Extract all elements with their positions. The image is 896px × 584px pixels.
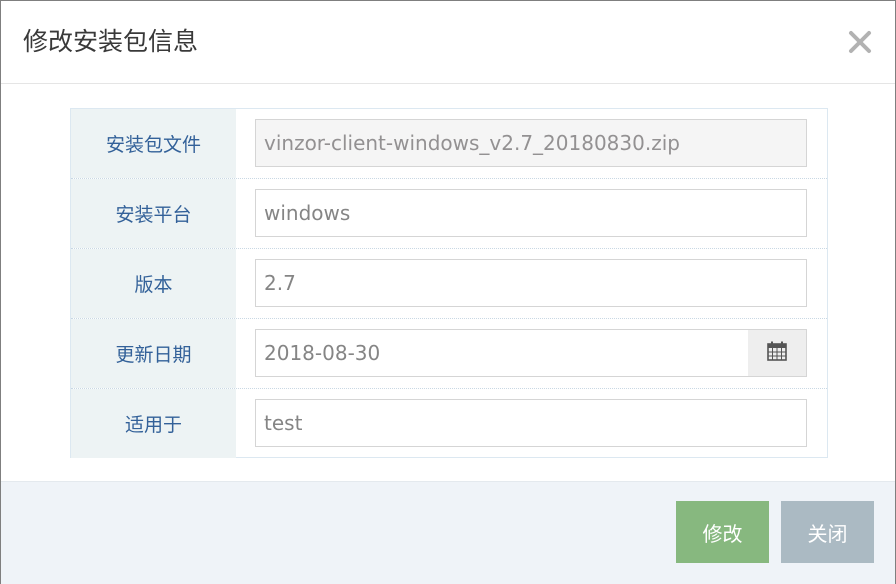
file-field[interactable]: vinzor-client-windows_v2.7_20180830.zip	[255, 119, 807, 167]
package-form: 安装包文件 vinzor-client-windows_v2.7_2018083…	[70, 108, 828, 458]
calendar-icon	[766, 340, 788, 366]
form-row-version: 版本 2.7	[71, 249, 827, 319]
field-label-version: 版本	[71, 249, 236, 318]
applies-to-field[interactable]: test	[255, 399, 807, 447]
form-row-applies-to: 适用于 test	[71, 389, 827, 458]
close-icon[interactable]	[847, 29, 873, 55]
dialog-footer: 修改 关闭	[1, 481, 895, 584]
form-row-platform: 安装平台 windows	[71, 179, 827, 249]
form-row-file: 安装包文件 vinzor-client-windows_v2.7_2018083…	[71, 109, 827, 179]
field-label-applies-to: 适用于	[71, 389, 236, 458]
version-field[interactable]: 2.7	[255, 259, 807, 307]
update-date-field[interactable]: 2018-08-30	[255, 329, 749, 377]
calendar-button[interactable]	[748, 329, 807, 377]
field-label-platform: 安装平台	[71, 179, 236, 248]
form-row-date: 更新日期 2018-08-30	[71, 319, 827, 389]
dialog-header: 修改安装包信息	[1, 1, 895, 84]
close-button[interactable]: 关闭	[781, 501, 874, 563]
field-label-date: 更新日期	[71, 319, 236, 388]
modify-button[interactable]: 修改	[676, 501, 769, 563]
dialog-title: 修改安装包信息	[23, 27, 199, 56]
field-label-file: 安装包文件	[71, 109, 236, 178]
platform-field[interactable]: windows	[255, 189, 807, 237]
edit-package-dialog: 修改安装包信息 安装包文件 vinzor-client-windows_v2.7…	[0, 0, 896, 584]
